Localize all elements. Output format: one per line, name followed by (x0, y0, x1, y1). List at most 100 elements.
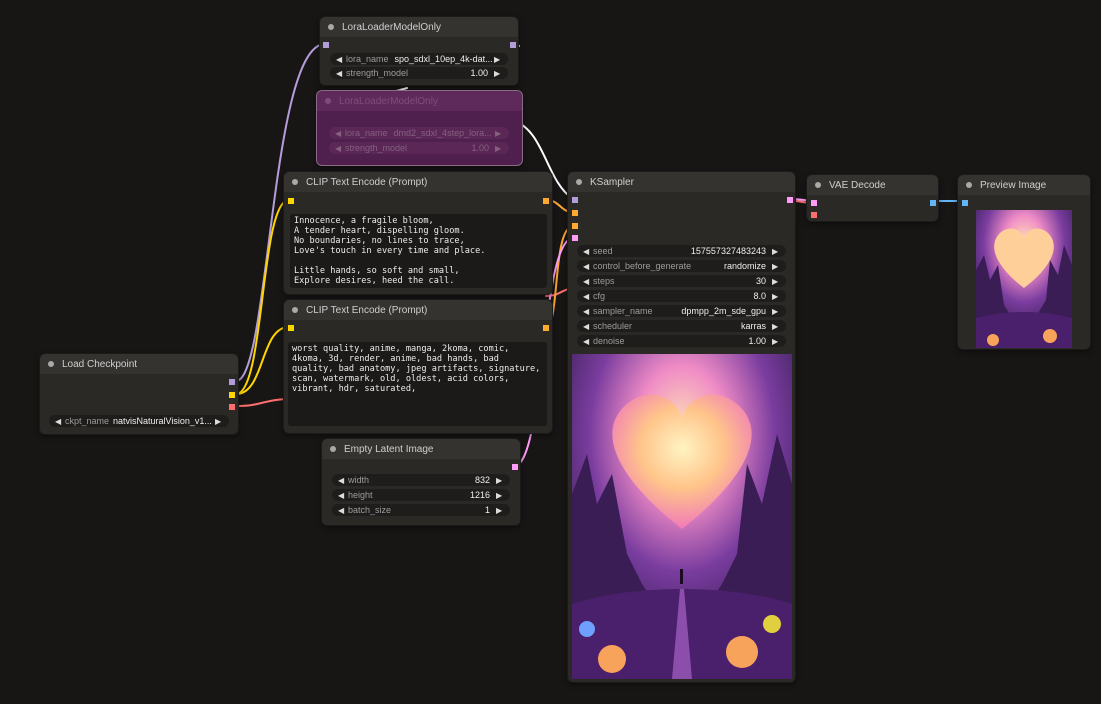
left-arrow-icon[interactable]: ◀ (336, 69, 344, 78)
lora-name-widget[interactable]: ◀ lora_name spo_sdxl_10ep_4k-dat... ▶ (330, 53, 508, 65)
node-header[interactable]: Preview Image (958, 175, 1090, 195)
conditioning-output-slot[interactable] (543, 198, 549, 204)
node-header[interactable]: Empty Latent Image (322, 439, 520, 459)
left-arrow-icon[interactable]: ◀ (583, 277, 591, 286)
widget-label: seed (593, 246, 613, 256)
widget-value: dmd2_sdxl_4step_lora... (393, 128, 492, 138)
batch-size-widget[interactable]: ◀ batch_size 1 ▶ (332, 504, 510, 516)
right-arrow-icon[interactable]: ▶ (772, 277, 780, 286)
right-arrow-icon[interactable]: ▶ (495, 144, 503, 153)
right-arrow-icon[interactable]: ▶ (496, 506, 504, 515)
ksampler-widget-control-before-generate[interactable]: ◀ control_before_generate randomize ▶ (577, 260, 786, 272)
left-arrow-icon[interactable]: ◀ (583, 292, 591, 301)
collapse-dot-icon[interactable] (328, 24, 334, 30)
negative-input-slot[interactable] (572, 223, 578, 229)
left-arrow-icon[interactable]: ◀ (583, 322, 591, 331)
widget-label: sampler_name (593, 306, 653, 316)
conditioning-output-slot[interactable] (543, 325, 549, 331)
right-arrow-icon[interactable]: ▶ (772, 307, 780, 316)
node-header[interactable]: Load Checkpoint (40, 354, 238, 374)
right-arrow-icon[interactable]: ▶ (772, 262, 780, 271)
left-arrow-icon[interactable]: ◀ (338, 506, 346, 515)
node-title: CLIP Text Encode (Prompt) (306, 176, 428, 188)
latent-output-slot[interactable] (787, 197, 793, 203)
right-arrow-icon[interactable]: ▶ (496, 491, 504, 500)
widget-label: cfg (593, 291, 606, 301)
image-output-slot[interactable] (930, 200, 936, 206)
left-arrow-icon[interactable]: ◀ (583, 247, 591, 256)
right-arrow-icon[interactable]: ▶ (772, 322, 780, 331)
node-clip-text-encode-positive[interactable]: CLIP Text Encode (Prompt) Innocence, a f… (283, 171, 553, 295)
node-header[interactable]: LoraLoaderModelOnly (320, 17, 518, 37)
left-arrow-icon[interactable]: ◀ (338, 476, 346, 485)
prompt-textarea[interactable]: worst quality, anime, manga, 2koma, comi… (288, 342, 547, 426)
collapse-dot-icon[interactable] (815, 182, 821, 188)
right-arrow-icon[interactable]: ▶ (495, 129, 503, 138)
node-header[interactable]: KSampler (568, 172, 795, 192)
left-arrow-icon[interactable]: ◀ (335, 129, 343, 138)
node-load-checkpoint[interactable]: Load Checkpoint ◀ ckpt_name natvisNatura… (39, 353, 239, 435)
node-header[interactable]: CLIP Text Encode (Prompt) (284, 300, 552, 320)
prompt-textarea[interactable]: Innocence, a fragile bloom, A tender hea… (290, 214, 547, 288)
collapse-dot-icon[interactable] (330, 446, 336, 452)
node-clip-text-encode-negative[interactable]: CLIP Text Encode (Prompt) worst quality,… (283, 299, 553, 434)
left-arrow-icon[interactable]: ◀ (338, 491, 346, 500)
node-header[interactable]: LoraLoaderModelOnly (317, 91, 522, 111)
ksampler-widget-denoise[interactable]: ◀ denoise 1.00 ▶ (577, 335, 786, 347)
left-arrow-icon[interactable]: ◀ (335, 144, 343, 153)
model-input-slot[interactable] (323, 42, 329, 48)
model-output-slot[interactable] (510, 42, 516, 48)
ksampler-widget-seed[interactable]: ◀ seed 157557327483243 ▶ (577, 245, 786, 257)
node-lora-loader-2[interactable]: LoraLoaderModelOnly ◀ lora_name dmd2_sdx… (316, 90, 523, 166)
left-arrow-icon[interactable]: ◀ (336, 55, 344, 64)
strength-model-widget[interactable]: ◀ strength_model 1.00 ▶ (330, 67, 508, 79)
ckpt-name-widget[interactable]: ◀ ckpt_name natvisNaturalVision_v1... ▶ (49, 415, 229, 427)
vae-output-slot[interactable] (229, 404, 235, 410)
left-arrow-icon[interactable]: ◀ (583, 262, 591, 271)
node-header[interactable]: VAE Decode (807, 175, 938, 195)
latent-input-slot[interactable] (572, 235, 578, 241)
right-arrow-icon[interactable]: ▶ (496, 476, 504, 485)
width-widget[interactable]: ◀ width 832 ▶ (332, 474, 510, 486)
node-vae-decode[interactable]: VAE Decode (806, 174, 939, 222)
clip-input-slot[interactable] (288, 325, 294, 331)
positive-input-slot[interactable] (572, 210, 578, 216)
right-arrow-icon[interactable]: ▶ (215, 417, 223, 426)
collapse-dot-icon[interactable] (576, 179, 582, 185)
right-arrow-icon[interactable]: ▶ (772, 247, 780, 256)
latent-output-slot[interactable] (512, 464, 518, 470)
left-arrow-icon[interactable]: ◀ (583, 337, 591, 346)
clip-output-slot[interactable] (229, 392, 235, 398)
right-arrow-icon[interactable]: ▶ (494, 55, 502, 64)
widget-value: 1.00 (748, 336, 766, 346)
ksampler-widget-scheduler[interactable]: ◀ scheduler karras ▶ (577, 320, 786, 332)
collapse-dot-icon[interactable] (292, 179, 298, 185)
node-lora-loader-1[interactable]: LoraLoaderModelOnly ◀ lora_name spo_sdxl… (319, 16, 519, 86)
node-ksampler[interactable]: KSampler ◀ seed 157557327483243 ▶ ◀ control_b… (567, 171, 796, 683)
left-arrow-icon[interactable]: ◀ (55, 417, 63, 426)
node-header[interactable]: CLIP Text Encode (Prompt) (284, 172, 552, 192)
right-arrow-icon[interactable]: ▶ (494, 69, 502, 78)
right-arrow-icon[interactable]: ▶ (772, 337, 780, 346)
node-empty-latent-image[interactable]: Empty Latent Image ◀ width 832 ▶ ◀ heigh… (321, 438, 521, 526)
ksampler-widget-cfg[interactable]: ◀ cfg 8.0 ▶ (577, 290, 786, 302)
images-input-slot[interactable] (962, 200, 968, 206)
collapse-dot-icon[interactable] (325, 98, 331, 104)
vae-input-slot[interactable] (811, 212, 817, 218)
height-widget[interactable]: ◀ height 1216 ▶ (332, 489, 510, 501)
left-arrow-icon[interactable]: ◀ (583, 307, 591, 316)
node-preview-image[interactable]: Preview Image (957, 174, 1091, 350)
collapse-dot-icon[interactable] (292, 307, 298, 313)
strength-model-widget[interactable]: ◀ strength_model 1.00 ▶ (329, 142, 509, 154)
model-input-slot[interactable] (572, 197, 578, 203)
widget-label: ckpt_name (65, 416, 110, 426)
right-arrow-icon[interactable]: ▶ (772, 292, 780, 301)
lora-name-widget[interactable]: ◀ lora_name dmd2_sdxl_4step_lora... ▶ (329, 127, 509, 139)
collapse-dot-icon[interactable] (966, 182, 972, 188)
clip-input-slot[interactable] (288, 198, 294, 204)
ksampler-widget-sampler-name[interactable]: ◀ sampler_name dpmpp_2m_sde_gpu ▶ (577, 305, 786, 317)
model-output-slot[interactable] (229, 379, 235, 385)
collapse-dot-icon[interactable] (48, 361, 54, 367)
samples-input-slot[interactable] (811, 200, 817, 206)
ksampler-widget-steps[interactable]: ◀ steps 30 ▶ (577, 275, 786, 287)
